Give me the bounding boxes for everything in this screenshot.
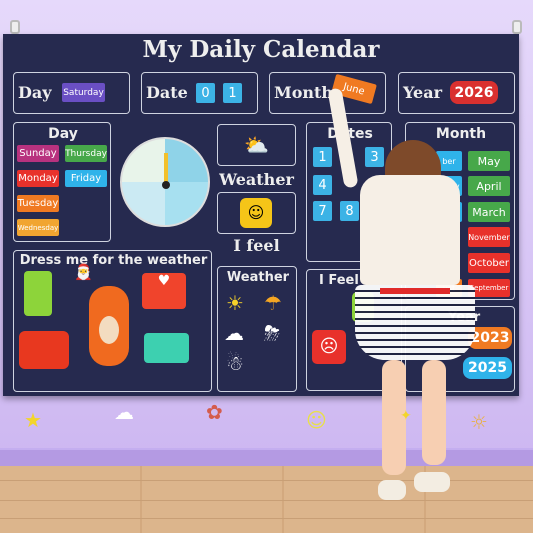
angry-face-icon[interactable]: ☹ [312,330,346,364]
date-label: Date [146,83,188,102]
day-card-thursday[interactable]: Thursday [65,145,107,162]
girl-checkered-skirt [355,285,475,360]
year-card-2025[interactable]: 2025 [463,357,512,379]
girl-waistband [380,288,450,294]
calendar-title: My Daily Calendar [142,36,380,63]
date-digit-tens[interactable]: 0 [196,83,215,103]
umbrella-icon[interactable]: ☂ [264,291,282,315]
day-label: Day [18,83,52,102]
date-tile-3[interactable]: 3 [365,147,384,167]
tulip-doodle: ✿ [206,400,223,424]
sun-doodle: ☼ [470,410,488,434]
date-tile-4[interactable]: 4 [313,175,332,195]
dress-section-heading: Dress me for the weather [19,253,208,268]
year-box: Year 2026 [398,72,515,114]
month-card-april[interactable]: April [468,176,510,196]
sweater-icon[interactable] [19,331,69,369]
baseboard [0,448,533,468]
day-card-monday[interactable]: Monday [17,170,59,187]
rain-cloud-doodle: ☁ [114,400,134,424]
sparkle-doodle: ✦ [400,408,412,424]
weather-section-heading: Weather [226,270,290,285]
day-card-wednesday[interactable]: Wednesday [17,219,59,236]
tshirt-icon[interactable]: ♥ [142,273,186,309]
wheel-pivot [162,181,170,189]
storm-cloud-icon[interactable]: ⛈ [264,321,280,345]
sun-cloud-icon: ⛅ [244,133,269,157]
day-section-heading: Day [48,126,78,142]
snowman-icon[interactable]: ☃ [226,351,244,375]
weather-section: Weather ☀ ☂ ☁ ⛈ ☃ [217,266,297,392]
girl-sweater [360,175,460,285]
girl-left-shoe [378,480,406,500]
year-tag[interactable]: 2026 [450,81,498,104]
day-tag[interactable]: Saturday [62,83,105,102]
wooden-floor [0,466,533,533]
happy-face-icon: ☺ [240,198,272,228]
season-wheel[interactable] [120,137,210,227]
day-card-friday[interactable]: Friday [65,170,107,187]
date-box: Date 0 1 [141,72,258,114]
date-digit-ones[interactable]: 1 [223,83,242,103]
shirt-icon[interactable] [144,333,189,363]
weather-display-box: ⛅ [217,124,296,166]
dress-section: Dress me for the weather ♥ 🎅 [13,250,212,392]
date-tile-8[interactable]: 8 [340,201,359,221]
wall-hook-left [10,20,20,34]
month-card-october[interactable]: October [468,253,510,273]
day-card-tuesday[interactable]: Tuesday [17,195,59,212]
feel-section-heading: I Feel [319,273,359,288]
day-card-sunday[interactable]: Sunday [17,145,59,162]
smiley-doodle: ☺ [306,408,327,432]
month-card-may[interactable]: May [468,151,510,171]
month-box: Month June [269,72,386,114]
feel-display-box: ☺ [217,192,296,234]
romper-icon[interactable] [24,271,52,316]
wall-hook-right [512,20,522,34]
girl-right-shoe [414,472,450,492]
date-tile-1[interactable]: 1 [313,147,332,167]
girl-right-leg [422,360,446,465]
cloud-icon[interactable]: ☁ [224,321,244,345]
day-section: Day Sunday Thursday Monday Friday Tuesda… [13,122,111,242]
month-card-november[interactable]: November [468,227,510,247]
date-tile-7[interactable]: 7 [313,201,332,221]
month-label: Month [274,83,334,102]
bear-icon [89,286,129,366]
santa-hat-icon[interactable]: 🎅 [74,263,93,281]
feel-label: I feel [233,236,280,255]
day-box: Day Saturday [13,72,130,114]
year-label: Year [403,83,443,102]
month-card-march[interactable]: March [468,202,510,222]
shooting-star-doodle: ★ [24,408,42,432]
weather-label: Weather [219,170,294,189]
sun-icon[interactable]: ☀ [226,291,244,315]
month-section-heading: Month [435,126,487,142]
